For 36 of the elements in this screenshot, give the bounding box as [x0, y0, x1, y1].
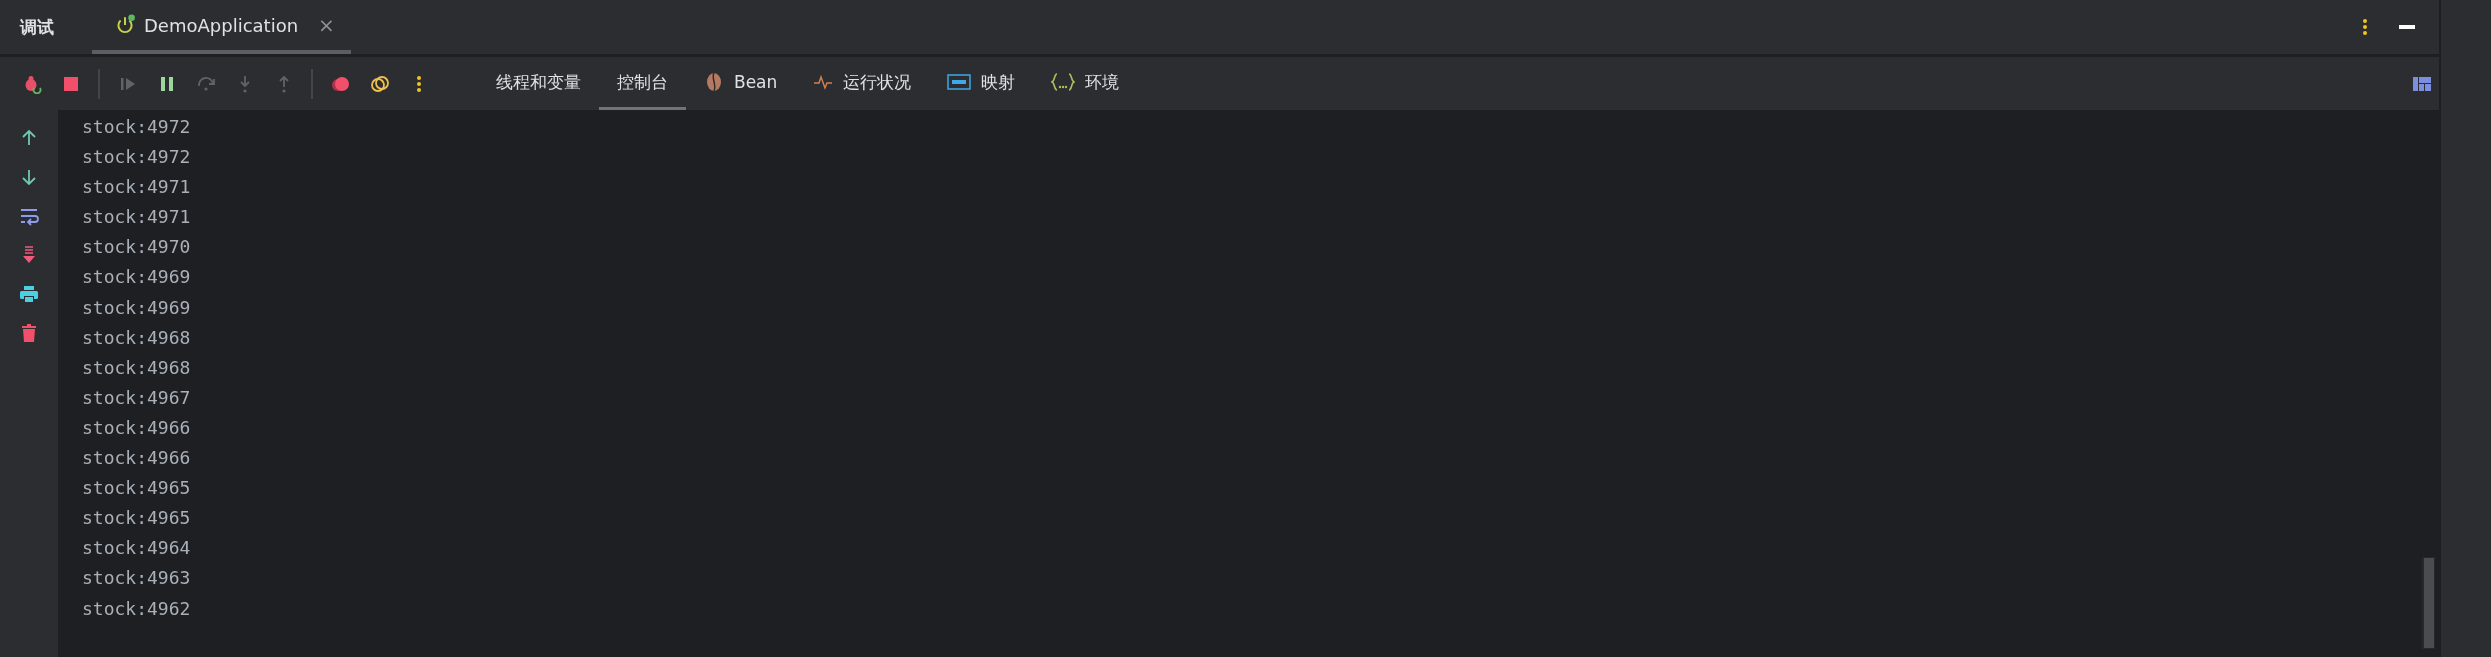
console-line: stock:4972 — [82, 115, 192, 139]
console-line: stock:4965 — [82, 476, 192, 501]
console-line: stock:4971 — [82, 205, 192, 230]
console-line: stock:4968 — [82, 325, 192, 350]
more-icon[interactable] — [2361, 17, 2369, 37]
console-line: stock:4969 — [82, 265, 192, 290]
api-icon — [947, 72, 972, 92]
close-button[interactable]: × — [318, 13, 335, 37]
window-title: 调试 — [20, 15, 54, 39]
console-line: stock:4970 — [82, 235, 192, 260]
console-line: stock:4971 — [82, 175, 192, 200]
tab[interactable]: 环境 — [1033, 57, 1138, 110]
printer-icon[interactable] — [19, 284, 39, 304]
layout-icon[interactable] — [2413, 76, 2431, 91]
console-line: stock:4963 — [82, 566, 192, 591]
console-line: stock:4965 — [82, 506, 192, 531]
braces-icon — [1051, 72, 1076, 92]
tab[interactable]: 控制台 — [599, 57, 686, 110]
console-line: stock:4962 — [82, 596, 192, 621]
down-arrow-icon[interactable] — [19, 167, 39, 187]
console-line: stock:4966 — [82, 415, 192, 440]
console-line: stock:4967 — [82, 385, 192, 410]
console-line: stock:4964 — [82, 536, 192, 561]
tab[interactable]: 运行状况 — [795, 57, 930, 110]
console-line: stock:4969 — [82, 295, 192, 320]
console-line: stock:4966 — [82, 446, 192, 471]
bean-icon — [704, 72, 724, 92]
console-line: stock:4972 — [82, 145, 192, 170]
console-line: stock:4968 — [82, 355, 192, 380]
tab[interactable]: Bean — [686, 57, 796, 110]
soft-wrap-icon[interactable] — [19, 206, 39, 226]
tab[interactable]: 映射 — [929, 57, 1034, 110]
mute-breakpoints-icon[interactable] — [370, 73, 390, 94]
tab[interactable]: 线程和变量 — [478, 57, 599, 110]
trash-icon[interactable] — [19, 323, 39, 343]
scrollbar-thumb[interactable] — [2424, 558, 2434, 648]
